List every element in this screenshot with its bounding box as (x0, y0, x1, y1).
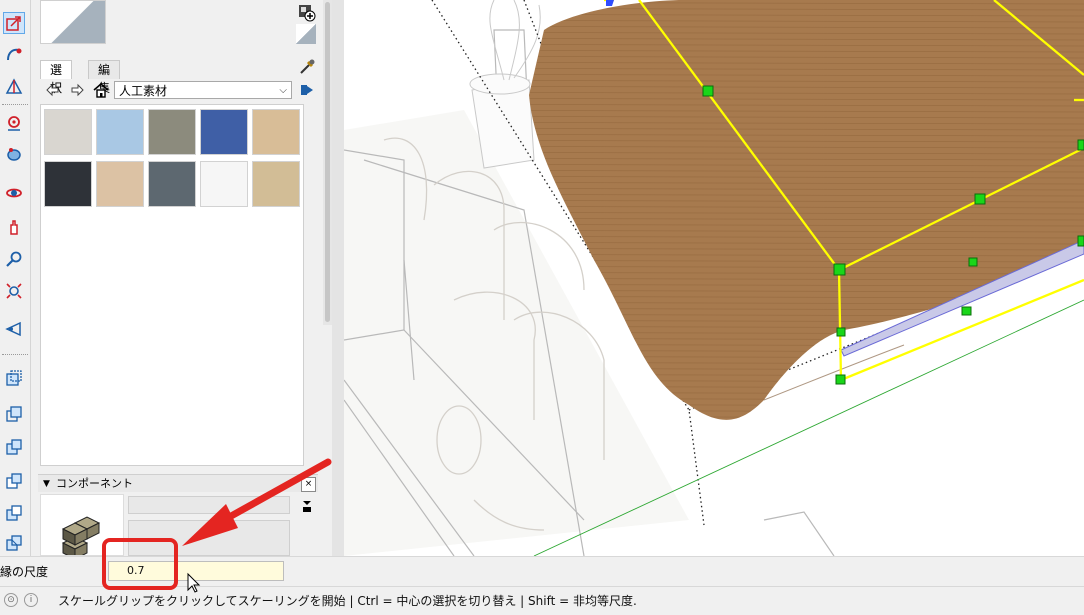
components-title: コンポーネント (56, 477, 133, 490)
zoom-tool-icon[interactable] (3, 248, 25, 270)
eyedropper-icon[interactable] (298, 58, 316, 76)
material-swatch-white[interactable] (200, 161, 248, 207)
material-swatch-beige[interactable] (252, 161, 300, 207)
material-preview (40, 0, 106, 44)
position-camera-icon[interactable] (3, 112, 25, 134)
model-viewport[interactable] (344, 0, 1084, 556)
geo-location-icon[interactable]: ⊙ (4, 593, 18, 607)
scale-tool-icon[interactable] (3, 12, 25, 34)
close-icon[interactable]: × (301, 477, 316, 492)
material-swatch-tan[interactable] (252, 109, 300, 155)
panel-scrollbar[interactable] (323, 0, 332, 325)
annotation-highlight-box (102, 538, 178, 590)
material-swatch-charcoal[interactable] (44, 161, 92, 207)
material-swatch-grid (40, 104, 304, 466)
info-icon[interactable]: i (24, 593, 38, 607)
material-swatch-slate[interactable] (148, 161, 196, 207)
material-nav-row: 人工素材 ⌵ (40, 80, 320, 102)
offset-tool-icon[interactable] (3, 44, 25, 66)
measurements-label: 縁の尺度 (0, 565, 49, 579)
look-around-icon[interactable] (3, 144, 25, 166)
home-icon[interactable] (92, 81, 110, 99)
subtract-icon[interactable] (3, 470, 25, 492)
tools-toolbar (0, 0, 31, 556)
intersect-icon[interactable] (3, 404, 25, 426)
tab-edit[interactable]: 編集 (88, 60, 121, 95)
details-arrow-icon[interactable] (298, 81, 316, 99)
split-icon[interactable] (3, 532, 25, 554)
zoom-extents-icon[interactable] (3, 280, 25, 302)
status-bar: ⊙ i スケールグリップをクリックしてスケーリングを開始 | Ctrl = 中心… (0, 586, 1084, 615)
material-library-select[interactable]: 人工素材 ⌵ (114, 81, 292, 99)
component-name-field[interactable] (128, 496, 290, 514)
back-arrow-icon[interactable] (44, 81, 62, 99)
tab-select[interactable]: 選択 (40, 60, 73, 95)
material-swatch-light-gray[interactable] (44, 109, 92, 155)
create-material-icon[interactable] (296, 2, 316, 22)
section-plane-icon[interactable] (3, 318, 25, 340)
material-swatch-blue[interactable] (200, 109, 248, 155)
outer-shell-icon[interactable] (3, 368, 25, 390)
materials-panel: 選択 編集 人工素材 ⌵ (38, 0, 320, 466)
orbit-tool-icon[interactable] (3, 182, 25, 204)
union-icon[interactable] (3, 436, 25, 458)
components-panel-header[interactable]: ▼ コンポーネント × (38, 474, 318, 493)
trim-icon[interactable] (3, 502, 25, 524)
triangle-down-icon: ▼ (43, 479, 50, 489)
library-select-value: 人工素材 (119, 84, 168, 98)
material-swatch-wood-light[interactable] (96, 161, 144, 207)
forward-arrow-icon[interactable] (68, 81, 86, 99)
material-swatch-gray-green[interactable] (148, 109, 196, 155)
components-panel-body (38, 492, 318, 560)
panel-divider (332, 0, 344, 556)
material-swatch-light-blue[interactable] (96, 109, 144, 155)
chevron-down-icon: ⌵ (279, 85, 287, 96)
secondary-swatch[interactable] (296, 24, 316, 44)
protractor-tool-icon[interactable] (3, 76, 25, 98)
details-menu-icon[interactable] (300, 498, 314, 514)
status-text: スケールグリップをクリックしてスケーリングを開始 | Ctrl = 中心の選択を… (58, 594, 637, 608)
pan-tool-icon[interactable] (3, 216, 25, 238)
